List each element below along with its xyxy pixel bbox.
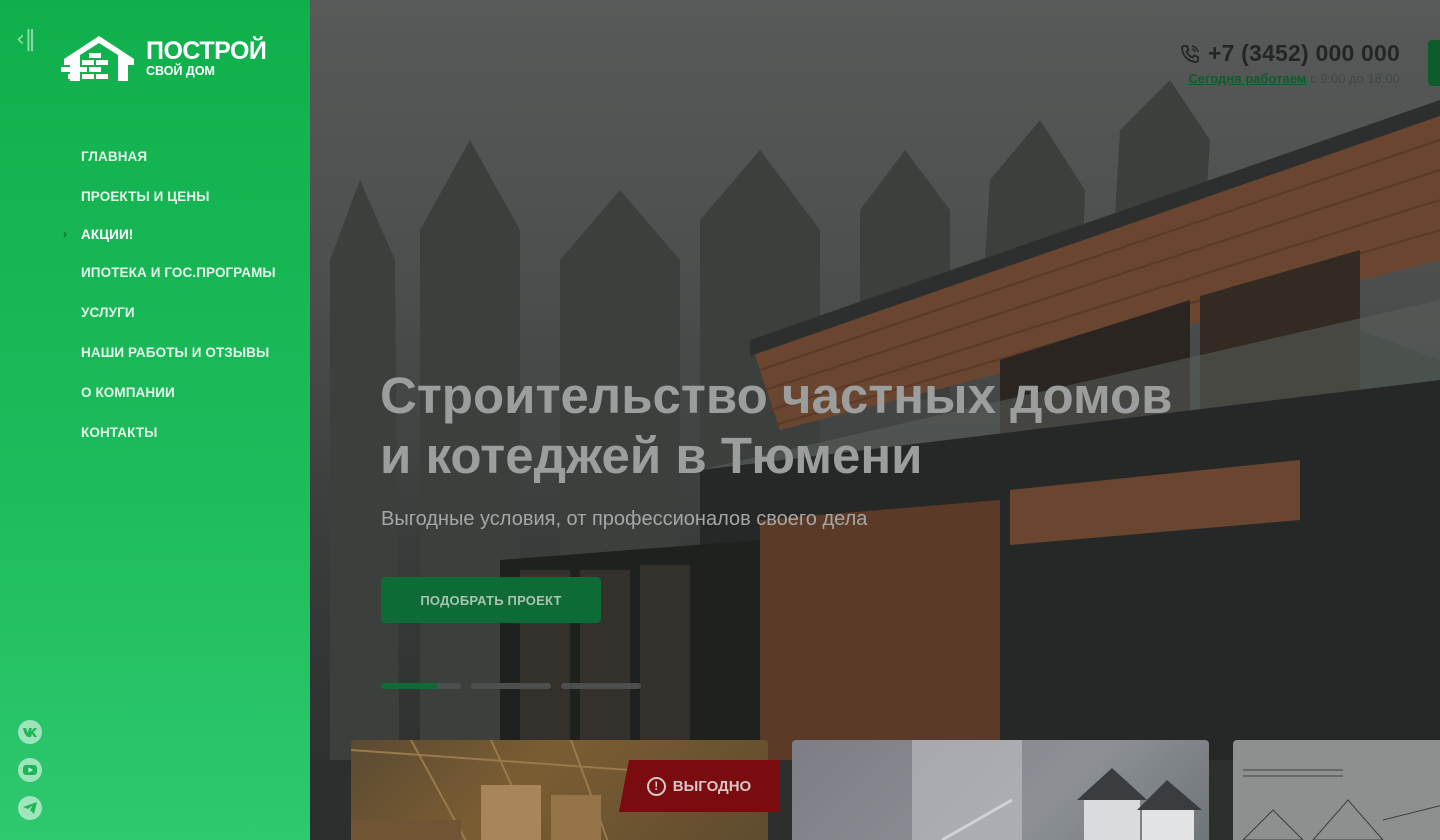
slider-pagination <box>381 683 641 689</box>
badge-label: ВЫГОДНО <box>672 777 752 795</box>
main-nav: ГЛАВНАЯ ПРОЕКТЫ И ЦЕНЫ › АКЦИИ! ИПОТЕКА И… <box>63 136 301 452</box>
sidebar: ‹‖ ПОСТРОЙ СВОЙ ДОМ ГЛАВНАЯ ПРОЕКТЫ И ЦЕ… <box>0 0 310 840</box>
nav-item-mortgage[interactable]: ИПОТЕКА И ГОС.ПРОГРАМЫ <box>81 252 301 292</box>
nav-label: КОНТАКТЫ <box>81 424 158 440</box>
mortgage-image <box>912 740 1202 840</box>
collapse-sidebar-icon[interactable]: ‹‖ <box>16 28 42 52</box>
badge-profitable: ! ВЫГОДНО <box>619 760 779 812</box>
logo[interactable]: ПОСТРОЙ СВОЙ ДОМ <box>60 32 270 84</box>
nav-label: УСЛУГИ <box>81 304 135 320</box>
nav-label: О КОМПАНИИ <box>81 384 175 400</box>
nav-label: ГЛАВНАЯ <box>81 148 148 164</box>
logo-title: ПОСТРОЙ <box>146 36 267 65</box>
nav-item-works-reviews[interactable]: НАШИ РАБОТЫ И ОТЗЫВЫ <box>81 332 301 372</box>
logo-house-icon <box>61 36 134 81</box>
slider-progress-fill <box>381 683 437 689</box>
promo-card-mortgage[interactable] <box>792 740 1209 840</box>
slider-dot-3[interactable] <box>561 683 641 689</box>
slider-dot-1[interactable] <box>381 683 461 689</box>
youtube-icon[interactable] <box>18 758 42 782</box>
nav-item-home[interactable]: ГЛАВНАЯ <box>81 136 301 176</box>
vk-icon[interactable] <box>18 720 42 744</box>
nav-item-services[interactable]: УСЛУГИ <box>81 292 301 332</box>
phone-link[interactable]: +7 (3452) 000 000 <box>1208 40 1400 67</box>
nav-item-promotions[interactable]: › АКЦИИ! <box>63 216 301 252</box>
side-callback-tab[interactable] <box>1428 40 1440 86</box>
social-links <box>18 720 42 834</box>
choose-project-button[interactable]: ПОДОБРАТЬ ПРОЕКТ <box>381 577 601 623</box>
nav-item-contacts[interactable]: КОНТАКТЫ <box>81 412 301 452</box>
working-hours: Сегодня работаем с 9:00 до 18:00 <box>1180 71 1400 86</box>
blueprint-image <box>1242 769 1440 840</box>
slider-dot-2[interactable] <box>471 683 551 689</box>
nav-item-about[interactable]: О КОМПАНИИ <box>81 372 301 412</box>
nav-label: ИПОТЕКА И ГОС.ПРОГРАМЫ <box>81 264 276 280</box>
nav-label: НАШИ РАБОТЫ И ОТЗЫВЫ <box>81 344 270 360</box>
hero-title: Строительство частных домов и котеджей в… <box>380 367 1173 484</box>
phone-icon <box>1181 44 1199 63</box>
active-marker-icon: › <box>63 227 68 241</box>
nav-label: ПРОЕКТЫ И ЦЕНЫ <box>81 188 210 204</box>
nav-label: АКЦИИ! <box>81 226 134 242</box>
working-hours-text: с 9:00 до 18:00 <box>1310 71 1400 86</box>
nav-item-projects[interactable]: ПРОЕКТЫ И ЦЕНЫ <box>81 176 301 216</box>
telegram-icon[interactable] <box>18 796 42 820</box>
promo-card-projects[interactable] <box>1233 740 1440 840</box>
logo-subtitle: СВОЙ ДОМ <box>146 63 215 78</box>
exclamation-icon: ! <box>646 776 666 796</box>
hero-subtitle: Выгодные условия, от профессионалов свое… <box>381 508 868 530</box>
header-contact: +7 (3452) 000 000 Сегодня работаем с 9:0… <box>1180 40 1400 86</box>
working-hours-link[interactable]: Сегодня работаем <box>1188 71 1306 86</box>
